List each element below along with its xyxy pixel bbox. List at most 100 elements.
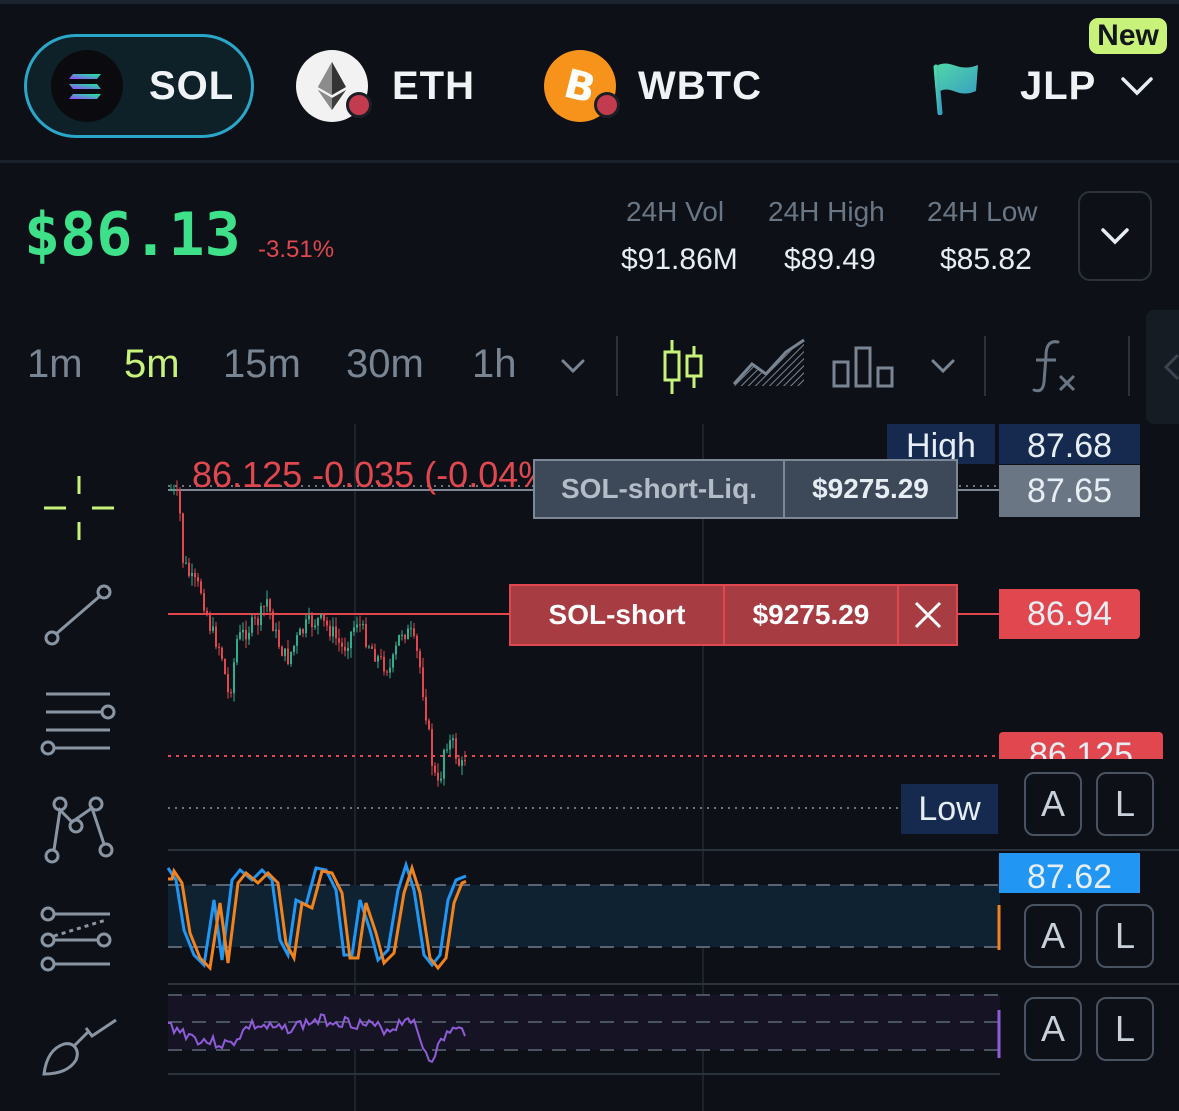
candle-body (173, 489, 175, 491)
high-price-text: 87.68 (1026, 427, 1113, 464)
candle-body (455, 738, 457, 759)
toolbar-separator (616, 336, 618, 396)
osc-price-tag: 87.62 (999, 853, 1140, 893)
candle-body (203, 593, 205, 611)
candle-body (218, 646, 220, 648)
tab-sol[interactable]: SOL (24, 34, 254, 138)
chevron-down-icon (1101, 228, 1129, 245)
stat-value-low: $85.82 (940, 243, 1032, 276)
tab-eth[interactable]: ETH (296, 34, 475, 138)
candle-body (182, 513, 184, 563)
chevron-down-icon (1121, 77, 1154, 96)
pane2-alert-button[interactable]: A (1024, 904, 1082, 968)
entry-order-label: SOL-short (511, 586, 725, 644)
ethereum-icon (296, 50, 372, 122)
candle-body (245, 629, 247, 640)
candle-body (428, 720, 430, 730)
close-order-button[interactable] (899, 586, 956, 644)
pane2-log-button[interactable]: L (1096, 904, 1154, 968)
candle-body (395, 645, 397, 655)
timeframe-1h[interactable]: 1h (472, 342, 517, 387)
chain-badge-icon (346, 92, 372, 118)
candlestick-icon[interactable] (660, 338, 706, 396)
entry-order-tag[interactable]: SOL-short $9275.29 (509, 584, 958, 646)
candle-body (425, 696, 427, 721)
candle-body (341, 642, 343, 647)
liq-order-label: SOL-short-Liq. (535, 461, 785, 517)
candle-body (239, 632, 241, 640)
candle-body (206, 610, 208, 615)
candle-body (419, 650, 421, 668)
candle-body (461, 760, 463, 766)
candle-body (269, 599, 271, 612)
candle-body (380, 656, 382, 658)
candle-body (401, 634, 403, 636)
candle-body (212, 626, 214, 631)
candle-body (254, 617, 256, 619)
candle-body (281, 646, 283, 656)
candle-body (221, 647, 223, 660)
collapse-panel-handle[interactable] (1146, 310, 1179, 424)
candle-body (464, 760, 466, 762)
candle-body (347, 648, 349, 651)
current-price: $86.13 (24, 200, 241, 270)
asset-tabs: SOL ETH B WBTC JLP (0, 4, 1179, 162)
pane3-alert-button[interactable]: A (1024, 997, 1082, 1061)
candle-body (413, 628, 415, 636)
new-badge: New (1089, 18, 1167, 54)
bitcoin-icon: B (544, 50, 620, 122)
candle-body (251, 617, 253, 633)
candle-body (299, 628, 301, 636)
liq-price-tag: 87.65 (999, 465, 1140, 517)
candle-body (242, 629, 244, 633)
candle-body (437, 772, 439, 781)
candle-body (443, 749, 445, 779)
stat-label-high: 24H High (768, 196, 885, 227)
candle-body (197, 577, 199, 582)
timeframe-more-icon[interactable] (560, 358, 586, 374)
price-chart[interactable] (0, 424, 1179, 1111)
candle-body (176, 489, 178, 491)
candle-body (236, 639, 238, 663)
timeframe-5m[interactable]: 5m (124, 342, 180, 387)
timeframe-15m[interactable]: 15m (223, 342, 301, 387)
pane1-alert-button[interactable]: A (1024, 772, 1082, 836)
timeframe-30m[interactable]: 30m (346, 342, 424, 387)
pane1-log-button[interactable]: L (1096, 772, 1154, 836)
candle-body (257, 618, 259, 626)
candle-body (272, 611, 274, 632)
candle-body (308, 615, 310, 620)
bar-chart-icon[interactable] (832, 346, 894, 388)
fx-indicator-icon[interactable] (1030, 338, 1080, 396)
candle-body (314, 625, 316, 628)
tab-wbtc[interactable]: B WBTC (544, 34, 762, 138)
last-price-text: 86.125 (1029, 736, 1133, 759)
high-label: High (887, 424, 995, 464)
candle-body (170, 489, 172, 491)
candle-body (185, 562, 187, 564)
candle-body (410, 628, 412, 630)
candle-body (389, 667, 391, 673)
high-price-tag: 87.68 (999, 424, 1140, 464)
expand-stats-button[interactable] (1078, 191, 1152, 281)
liq-order-tag[interactable]: SOL-short-Liq. $9275.29 (533, 459, 958, 519)
candle-body (362, 623, 364, 625)
area-chart-icon[interactable] (732, 338, 806, 390)
low-label: Low (901, 784, 998, 834)
pane3-log-button[interactable]: L (1096, 997, 1154, 1061)
timeframe-1m[interactable]: 1m (27, 342, 83, 387)
candle-body (296, 635, 298, 646)
candle-body (266, 599, 268, 607)
candle-body (353, 627, 355, 632)
candle-body (323, 614, 325, 621)
candle-body (422, 667, 424, 697)
osc-price-text: 87.62 (1026, 858, 1113, 893)
liq-order-value: $9275.29 (812, 473, 929, 504)
candle-body (386, 671, 388, 673)
candle-body (209, 614, 211, 631)
candle-body (284, 648, 286, 656)
candle-body (290, 651, 292, 664)
candle-body (416, 635, 418, 651)
candle-body (215, 626, 217, 647)
chart-type-more-icon[interactable] (930, 358, 956, 374)
